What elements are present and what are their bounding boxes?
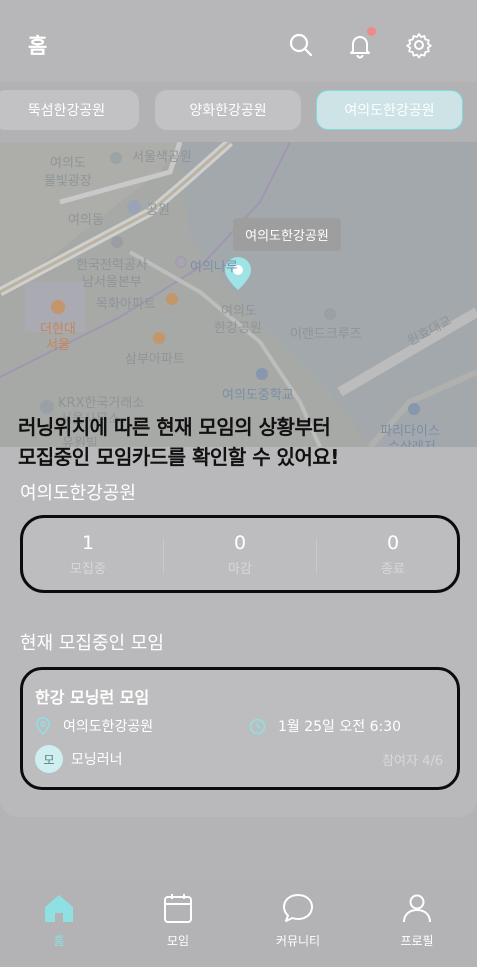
tab-profile[interactable]: 프로필 <box>382 890 452 949</box>
map-label: 목화아파트 <box>96 297 156 312</box>
map-label: 여의나루 <box>190 260 238 275</box>
chip-yeouido[interactable]: 여의도한강공원 <box>316 90 463 130</box>
stat-divider <box>163 538 164 574</box>
park-marker-icon <box>110 152 122 164</box>
stat-recruiting-value: 1 <box>81 532 95 554</box>
stat-recruiting-label: 모집중 <box>70 562 106 577</box>
meeting-location-row: 여의도한강공원 <box>35 716 153 736</box>
host-name: 모닝러너 <box>71 752 123 768</box>
map-label: 여의도 <box>50 156 86 171</box>
recruiting-section-title: 현재 모집중인 모임 <box>20 633 164 654</box>
stat-ended-value: 0 <box>386 532 400 554</box>
page-title: 홈 <box>28 34 48 58</box>
meeting-datetime-row: 1월 25일 오전 6:30 <box>249 716 401 736</box>
tab-profile-label: 프로필 <box>400 934 434 948</box>
map-label: 서울색공원 <box>132 150 192 165</box>
tab-home[interactable]: 홈 <box>24 890 94 949</box>
meeting-stats-card: 1 모집중 0 마감 0 종료 <box>20 515 460 593</box>
meeting-host-row: 모 모닝러너 <box>35 745 123 773</box>
map-label: 수상레저 <box>388 436 436 447</box>
park-chip-bar: 뚝섬한강공원 양화한강공원 여의도한강공원 <box>0 82 477 142</box>
stat-recruiting: 1 모집중 <box>23 532 153 577</box>
meeting-datetime: 1월 25일 오전 6:30 <box>278 719 402 735</box>
guide-line-1: 러닝위치에 따른 현재 모임의 상황부터 <box>18 415 331 439</box>
location-pin-icon <box>36 717 50 735</box>
tab-community-label: 커뮤니티 <box>275 934 321 948</box>
chip-yanghwa[interactable]: 양화한강공원 <box>155 90 301 130</box>
subway-station-icon <box>175 256 187 268</box>
gear-icon[interactable] <box>404 30 434 60</box>
bottom-tab-bar: 홈 모임 커뮤니티 프로필 <box>0 882 477 967</box>
tab-community[interactable]: 커뮤니티 <box>263 890 333 949</box>
parking-icon <box>127 200 141 214</box>
tab-meeting[interactable]: 모임 <box>143 890 213 949</box>
map-label: 이랜드크루즈 <box>290 327 362 342</box>
stat-ended: 0 종료 <box>328 532 458 577</box>
tab-meeting-label: 모임 <box>166 934 190 948</box>
chip-ttukseom[interactable]: 뚝섬한강공원 <box>0 90 139 130</box>
participant-count: 참여자 4/6 <box>382 754 443 769</box>
map-label: 공원 <box>146 203 170 218</box>
avatar: 모 <box>35 745 63 773</box>
clock-icon <box>249 718 266 734</box>
tab-home-label: 홈 <box>53 934 65 948</box>
map-label: 여의도중학교 <box>222 388 294 403</box>
park-info-panel: 여의도한강공원 1 모집중 0 마감 0 종료 현재 모집중인 모임 한강 모닝… <box>0 447 477 817</box>
guide-overlay-text: 러닝위치에 따른 현재 모임의 상황부터 모집중인 모임카드를 확인할 수 있어… <box>18 412 339 472</box>
map-tooltip: 여의도한강공원 <box>233 218 341 251</box>
search-icon[interactable] <box>286 30 316 60</box>
stat-closed: 0 마감 <box>175 532 305 577</box>
guide-line-2: 모집중인 모임카드를 확인할 수 있어요! <box>18 445 339 469</box>
notification-dot <box>367 27 376 36</box>
user-icon <box>403 894 431 923</box>
map-label: 서울 <box>46 338 70 353</box>
stat-ended-label: 종료 <box>381 562 405 577</box>
map-label: 여의동 <box>68 213 104 228</box>
calendar-icon <box>164 894 192 923</box>
map-label: 남서울본부 <box>82 275 142 290</box>
app-header: 홈 <box>0 0 477 82</box>
meeting-card[interactable]: 한강 모닝런 모임 여의도한강공원 1월 25일 오전 6:30 모 모닝러너 … <box>20 667 460 790</box>
map-view[interactable]: 여의도 물빛광장 서울색공원 공원 여의동 한국전력공사 남서울본부 여의나루 … <box>0 142 477 447</box>
map-label: 물빛광장 <box>44 174 92 189</box>
stat-closed-value: 0 <box>233 532 247 554</box>
meeting-name: 한강 모닝런 모임 <box>35 688 150 707</box>
park-section-title: 여의도한강공원 <box>20 483 136 504</box>
map-label: 한강공원 <box>214 321 262 336</box>
map-label: 삼부아파트 <box>125 352 185 367</box>
home-icon <box>45 895 73 922</box>
meeting-location: 여의도한강공원 <box>63 719 154 735</box>
chat-bubble-icon <box>283 894 313 922</box>
stat-divider <box>316 538 317 574</box>
stat-closed-label: 마감 <box>228 562 252 577</box>
